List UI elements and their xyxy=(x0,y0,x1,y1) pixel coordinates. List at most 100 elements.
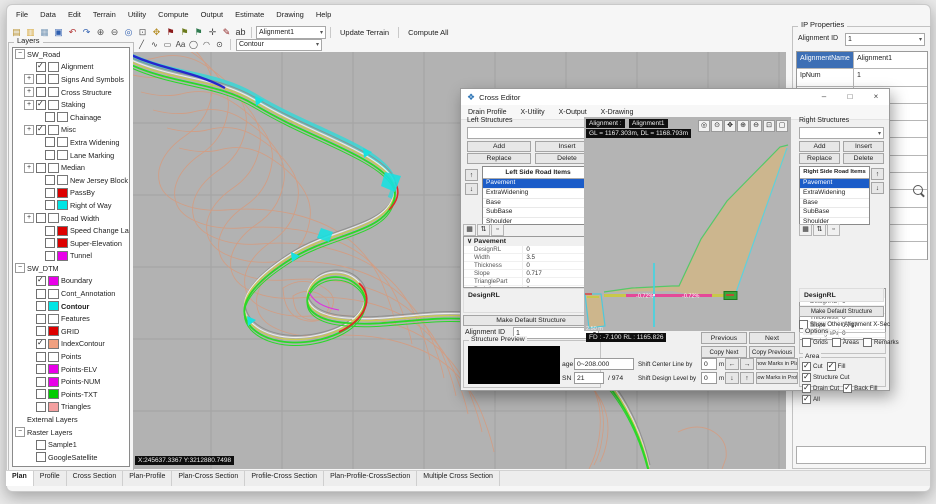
redo-icon[interactable]: ↷ xyxy=(80,26,93,39)
layer-tree-item[interactable]: Cont_Annotation xyxy=(13,287,129,300)
layer-checkbox[interactable] xyxy=(36,326,46,336)
right-add-button[interactable]: Add xyxy=(799,141,840,152)
layer-checkbox[interactable] xyxy=(45,226,55,236)
layer-checkbox[interactable] xyxy=(45,251,55,261)
zoom-extents-icon[interactable]: ◎ xyxy=(122,26,135,39)
layer-checkbox[interactable] xyxy=(36,339,46,349)
layer-checkbox[interactable] xyxy=(45,175,55,185)
contour-combo[interactable]: Contour ▾ xyxy=(236,39,322,51)
layer-checkbox[interactable] xyxy=(36,74,46,84)
update-terrain-button[interactable]: Update Terrain xyxy=(335,27,394,38)
area-checkbox[interactable]: Cut xyxy=(802,362,823,371)
layer-tree-item[interactable]: Boundary xyxy=(13,275,129,288)
layer-color-swatch[interactable] xyxy=(48,326,59,336)
layer-color-swatch[interactable] xyxy=(57,188,68,198)
layer-color-swatch[interactable] xyxy=(48,339,59,349)
refresh-icon[interactable]: ▢ xyxy=(776,120,788,132)
layer-color-swatch[interactable] xyxy=(48,402,59,412)
view-tab[interactable]: Plan-Profile xyxy=(123,471,172,486)
area-checkbox[interactable]: Fill xyxy=(827,362,846,371)
layer-tree-item[interactable]: + Median xyxy=(13,161,129,174)
layer-color-swatch[interactable] xyxy=(57,251,68,261)
shift-design-input[interactable]: 0 xyxy=(701,372,717,384)
layer-color-swatch[interactable] xyxy=(48,100,59,110)
sort-alpha-icon[interactable]: ⇅ xyxy=(477,224,490,236)
layer-checkbox[interactable] xyxy=(36,289,46,299)
layer-tree-item[interactable]: New Jersey Block xyxy=(13,174,129,187)
layer-checkbox[interactable] xyxy=(36,452,46,462)
ip-table-row[interactable]: AlignmentName Alignment1 xyxy=(797,52,927,69)
layer-color-swatch[interactable] xyxy=(48,74,59,84)
area-checkbox[interactable]: Drain Cut xyxy=(802,384,839,393)
view-tab[interactable]: Plan xyxy=(6,471,34,486)
menu-item[interactable]: Utility xyxy=(122,8,152,21)
layer-tree-item[interactable]: PassBy xyxy=(13,187,129,200)
layer-checkbox[interactable] xyxy=(36,402,46,412)
left-prop-category[interactable]: ∨ Pavement xyxy=(464,237,600,246)
copy-previous-button[interactable]: Copy Previous xyxy=(749,346,795,358)
layer-checkbox[interactable] xyxy=(45,200,55,210)
layer-color-swatch[interactable] xyxy=(57,112,68,122)
layer-checkbox[interactable] xyxy=(36,62,46,72)
rectangle-icon[interactable]: ▭ xyxy=(162,39,173,50)
option-checkbox[interactable]: Areas xyxy=(832,338,859,347)
road-item[interactable]: ExtraWidening xyxy=(800,189,869,199)
layer-checkbox[interactable] xyxy=(36,352,46,362)
tree-expander-icon[interactable]: + xyxy=(24,100,34,110)
shift-center-input[interactable]: 0 xyxy=(701,358,717,370)
layer-tree-item[interactable]: Tunnel xyxy=(13,250,129,263)
area-checkbox[interactable]: Structure Cut xyxy=(802,373,849,382)
layer-tree-item[interactable]: Speed Change Lanes xyxy=(13,224,129,237)
tree-expander-icon[interactable]: − xyxy=(15,427,25,437)
show-marks-in-profile-button[interactable]: Show Marks in Profile xyxy=(756,372,798,384)
layer-checkbox[interactable] xyxy=(36,301,46,311)
undo-icon[interactable]: ↶ xyxy=(66,26,79,39)
shift-right-button[interactable]: → xyxy=(740,358,754,370)
dialog-menu-item[interactable]: X-Utility xyxy=(514,108,552,117)
zoom-out-icon[interactable]: ⊖ xyxy=(108,26,121,39)
layer-tree-item[interactable]: Points-ELV xyxy=(13,363,129,376)
layer-tree-item[interactable]: IndexContour xyxy=(13,338,129,351)
layer-color-swatch[interactable] xyxy=(48,364,59,374)
layer-tree-item[interactable]: − SW_DTM xyxy=(13,262,129,275)
left-move-down-button[interactable]: ↓ xyxy=(465,183,478,195)
layer-checkbox[interactable] xyxy=(45,238,55,248)
layer-tree-item[interactable]: + Staking xyxy=(13,98,129,111)
road-item[interactable]: Pavement xyxy=(483,179,593,189)
layer-color-swatch[interactable] xyxy=(57,226,68,236)
road-item[interactable]: Pavement xyxy=(800,179,869,189)
tree-expander-icon[interactable]: + xyxy=(24,125,34,135)
right-replace-button[interactable]: Replace xyxy=(799,153,840,164)
layer-color-swatch[interactable] xyxy=(48,213,59,223)
layer-color-swatch[interactable] xyxy=(48,389,59,399)
show-marks-in-plan-button[interactable]: Show Marks in Plan xyxy=(756,358,798,370)
sn-input[interactable]: 21 xyxy=(574,372,604,384)
layer-tree-item[interactable]: Extra Widening xyxy=(13,136,129,149)
maximize-button[interactable]: □ xyxy=(837,89,863,105)
view-tab[interactable]: Plan-Cross Section xyxy=(172,471,245,486)
view-tab[interactable]: Profile xyxy=(34,471,67,486)
right-delete-button[interactable]: Delete xyxy=(843,153,884,164)
polyline-icon[interactable]: ∿ xyxy=(149,39,160,50)
menu-item[interactable]: Estimate xyxy=(229,8,270,21)
tree-expander-icon[interactable]: − xyxy=(15,263,25,273)
alignment-tab-value[interactable]: Alignment1 xyxy=(629,119,668,128)
layer-tree-item[interactable]: Features xyxy=(13,312,129,325)
layer-tree-item[interactable]: Alignment xyxy=(13,61,129,74)
menu-item[interactable]: Compute xyxy=(152,8,194,21)
right-move-down-button[interactable]: ↓ xyxy=(871,182,884,194)
layer-tree-item[interactable]: Super-Elevation xyxy=(13,237,129,250)
layer-checkbox[interactable] xyxy=(36,314,46,324)
dialog-menu-item[interactable]: X-Drawing xyxy=(594,108,641,117)
layer-color-swatch[interactable] xyxy=(48,87,59,97)
view-tab[interactable]: Multiple Cross Section xyxy=(417,471,500,486)
layer-color-swatch[interactable] xyxy=(57,238,68,248)
arc-icon[interactable]: ◠ xyxy=(201,39,212,50)
layer-tree-item[interactable]: Triangles xyxy=(13,401,129,414)
road-item[interactable]: SubBase xyxy=(483,208,593,218)
option-checkbox[interactable]: Remarks xyxy=(863,338,899,347)
layer-checkbox[interactable] xyxy=(36,213,46,223)
layer-tree-item[interactable]: Lane Marking xyxy=(13,149,129,162)
menu-item[interactable]: Drawing xyxy=(270,8,310,21)
next-button[interactable]: Next xyxy=(749,332,795,344)
